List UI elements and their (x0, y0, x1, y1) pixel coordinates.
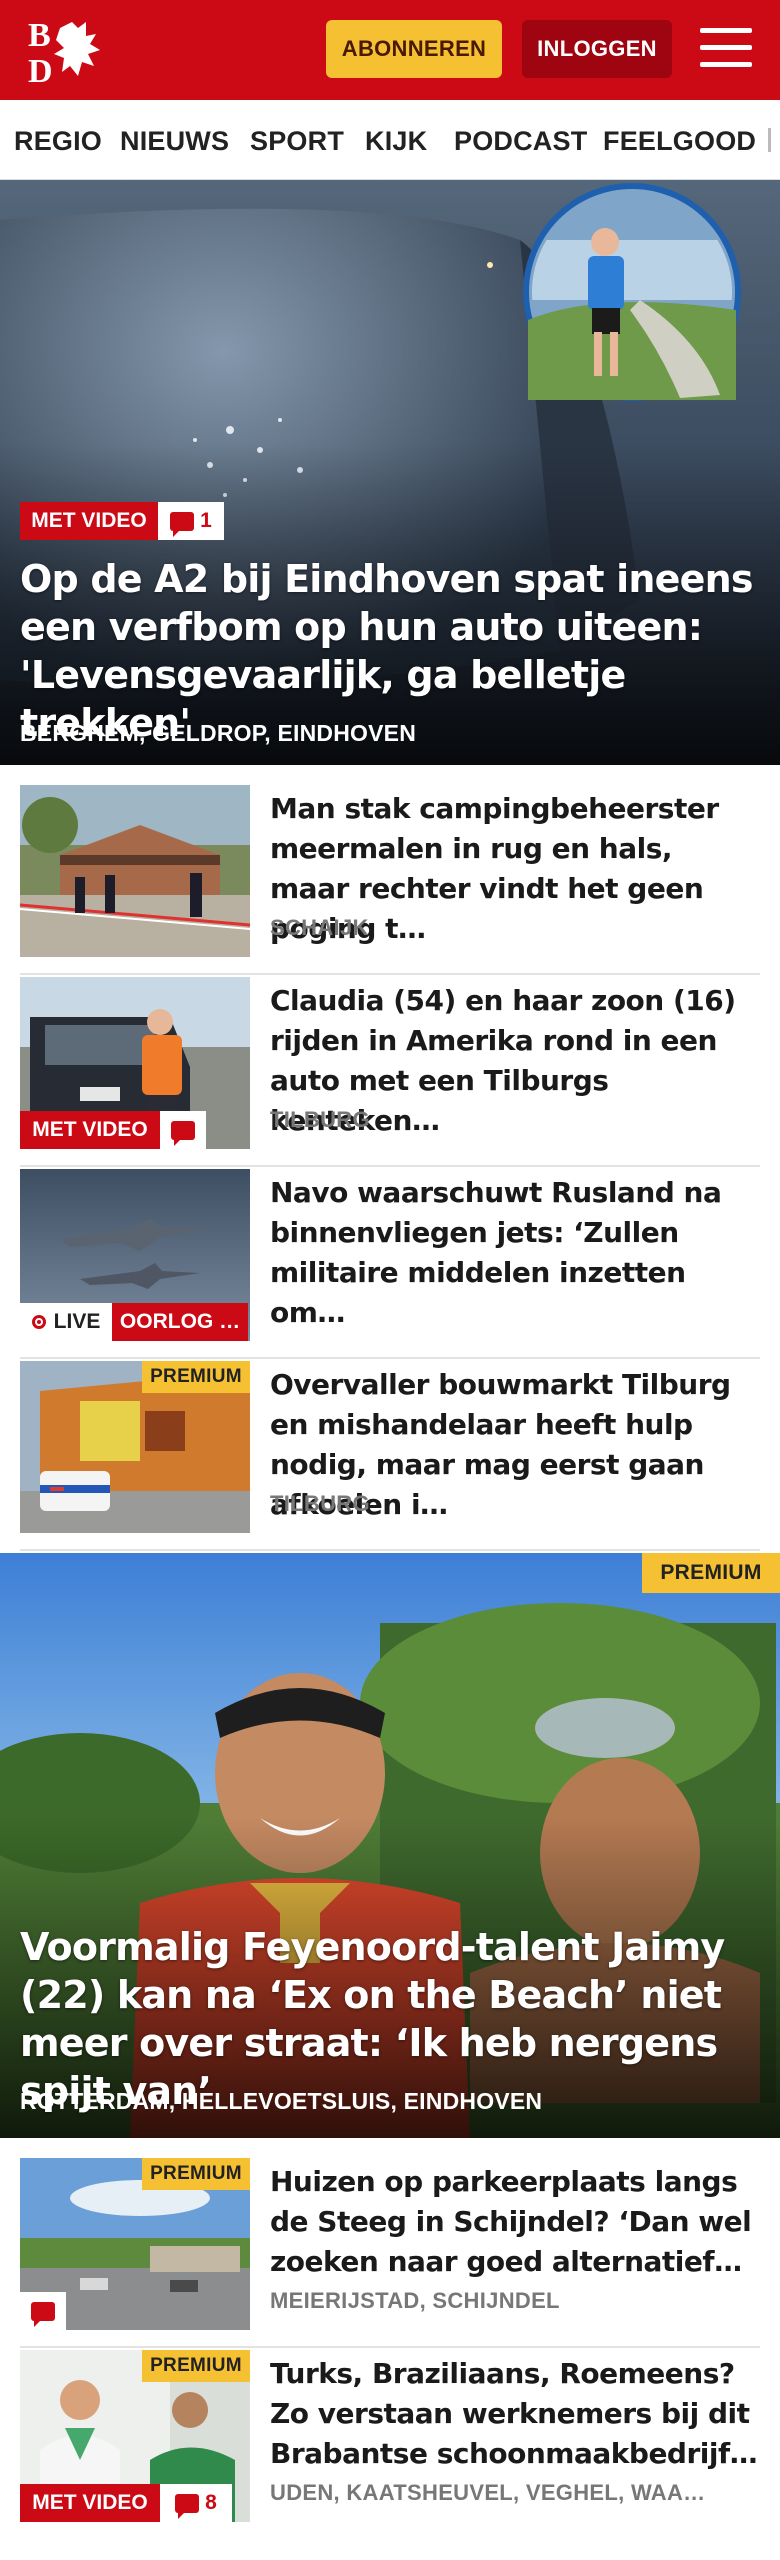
comment-count: 8 (205, 2491, 217, 2514)
comment-icon (170, 511, 195, 537)
comment-count-badge[interactable] (160, 1111, 206, 1149)
video-badge: MET VIDEO (20, 1111, 160, 1149)
premium-badge: PREMIUM (142, 2158, 250, 2190)
article-location: SCHAIJK (270, 915, 369, 940)
article-title[interactable]: Huizen op parkeerplaats langs de Steeg i… (270, 2162, 760, 2282)
article-location: UDEN, KAATSHEUVEL, VEGHEL, WAA… (270, 2480, 706, 2505)
article-title[interactable]: Navo waarschuwt Rusland na binnenvliegen… (270, 1173, 760, 1333)
top-bar: B D ABONNEREN INLOGGEN (0, 0, 780, 100)
hero-article-ex-on-the-beach[interactable]: PREMIUM Voormalig Feyenoord-talent Jaimy… (0, 1553, 780, 2138)
list-item[interactable]: PREMIUM Huizen op parkeerplaats langs de… (20, 2158, 760, 2348)
nav-item-kijk[interactable]: KIJK (365, 126, 427, 157)
hero-location: BERGHEM, GELDROP, EINDHOVEN (20, 720, 417, 746)
bd-logo[interactable]: B D (26, 14, 116, 86)
hero-headline[interactable]: Voormalig Feyenoord-talent Jaimy (22) ka… (20, 1923, 764, 2115)
comment-icon (31, 2301, 55, 2327)
video-badge: MET VIDEO (20, 2484, 160, 2522)
live-dot-icon (31, 1315, 46, 1329)
topic-tag[interactable]: OORLOG … (112, 1303, 248, 1341)
premium-badge: PREMIUM (142, 2350, 250, 2382)
hero-article-verfbom[interactable]: MET VIDEO 1 Op de A2 bij Eindhoven spat … (0, 180, 780, 765)
nav-item-nieuws[interactable]: NIEUWS (120, 126, 229, 157)
comment-icon (171, 1120, 195, 1146)
comment-count: 1 (200, 509, 212, 532)
live-badge: LIVE (20, 1303, 112, 1341)
list-item[interactable]: PREMIUM Overvaller bouwmarkt Tilburg en … (20, 1361, 760, 1551)
article-location: TILBURG (270, 1491, 370, 1516)
svg-text:D: D (28, 53, 53, 86)
article-location: TILBURG (270, 1107, 370, 1132)
svg-text:B: B (28, 17, 51, 54)
nav-item-podcast[interactable]: PODCAST (454, 126, 587, 157)
hero-headline[interactable]: Op de A2 bij Eindhoven spat ineens een v… (20, 555, 764, 747)
comment-count-badge[interactable] (20, 2292, 66, 2330)
hamburger-menu-icon[interactable] (700, 26, 754, 70)
section-nav: REGIO NIEUWS SPORT KIJK PODCAST FEELGOOD (0, 100, 780, 180)
list-item[interactable]: PREMIUM MET VIDEO 8 Turks, Braziliaans, … (20, 2350, 760, 2560)
comment-icon (175, 2493, 200, 2519)
subscribe-button[interactable]: ABONNEREN (326, 20, 502, 78)
premium-badge: PREMIUM (642, 1553, 780, 1593)
live-label: LIVE (53, 1310, 101, 1333)
article-thumbnail (20, 785, 250, 957)
list-item[interactable]: MET VIDEO Claudia (54) en haar zoon (16)… (20, 977, 760, 1167)
comment-count-badge[interactable]: 1 (158, 502, 224, 540)
comment-count-badge[interactable]: 8 (160, 2484, 232, 2522)
list-item[interactable]: Man stak campingbeheerster meermalen in … (20, 785, 760, 975)
nav-item-feelgood[interactable]: FEELGOOD (603, 126, 756, 157)
premium-badge: PREMIUM (142, 1361, 250, 1393)
article-title[interactable]: Turks, Braziliaans, Roemeens? Zo verstaa… (270, 2354, 760, 2474)
hero-location: ROTTERDAM, HELLEVOETSLUIS, EINDHOVEN (20, 2088, 543, 2114)
list-item[interactable]: LIVE OORLOG … Navo waarschuwt Rusland na… (20, 1169, 760, 1359)
article-location: MEIERIJSTAD, SCHIJNDEL (270, 2288, 560, 2313)
nav-overflow-edge (768, 128, 771, 152)
nav-item-regio[interactable]: REGIO (14, 126, 102, 157)
video-badge: MET VIDEO (20, 502, 158, 540)
login-button[interactable]: INLOGGEN (522, 20, 672, 78)
nav-item-sport[interactable]: SPORT (250, 126, 344, 157)
